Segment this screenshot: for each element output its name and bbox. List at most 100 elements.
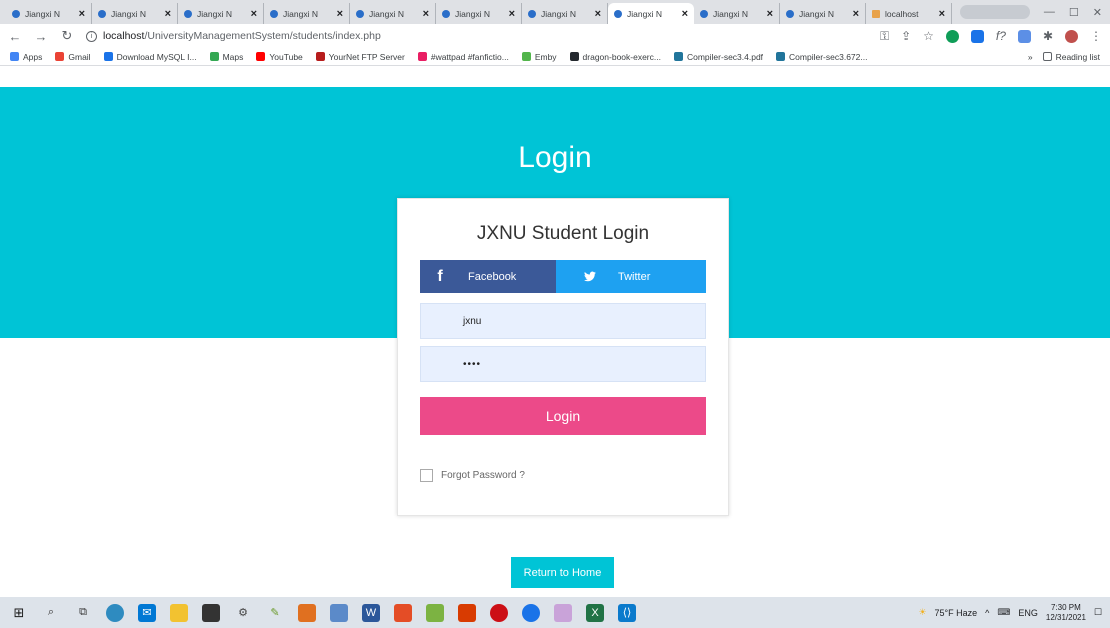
app2-icon[interactable]: [330, 603, 348, 622]
browser-tab[interactable]: Jiangxi N ×: [6, 3, 92, 24]
forgot-password[interactable]: Forgot Password ?: [420, 469, 525, 482]
formula-icon[interactable]: f?: [996, 29, 1006, 43]
tab-close-icon[interactable]: ×: [767, 8, 773, 20]
star-icon[interactable]: ☆: [923, 29, 934, 43]
tab-close-icon[interactable]: ×: [853, 8, 859, 20]
bookmark-label: Emby: [534, 51, 557, 62]
back-icon[interactable]: ←: [8, 29, 22, 44]
bookmark-item[interactable]: dragon-book-exerc...: [569, 52, 661, 62]
edge-icon[interactable]: [106, 603, 124, 622]
task-view-icon[interactable]: ⧉: [74, 604, 92, 622]
bookmark-item[interactable]: Compiler-sec3.672...: [776, 52, 867, 62]
excel-icon[interactable]: X: [586, 603, 604, 622]
profile-pill[interactable]: [959, 5, 1030, 19]
mail-icon[interactable]: ✉: [138, 603, 156, 622]
favicon-icon: [270, 9, 278, 18]
login-button[interactable]: Login: [420, 397, 706, 435]
tab-close-icon[interactable]: ×: [79, 8, 85, 20]
bookmark-item[interactable]: #wattpad #fanfictio...: [417, 52, 509, 62]
chrome-icon[interactable]: [522, 603, 540, 622]
facebook-button[interactable]: f Facebook: [420, 260, 556, 293]
app4-icon[interactable]: [426, 603, 444, 622]
language[interactable]: ENG: [1018, 608, 1038, 618]
tab-title: Jiangxi N: [627, 8, 662, 19]
tab-title: Jiangxi N: [369, 8, 404, 19]
browser-tab[interactable]: Jiangxi N ×: [92, 3, 178, 24]
key-icon[interactable]: ⚿: [880, 29, 889, 44]
extension-green-icon[interactable]: [945, 29, 959, 43]
info-icon[interactable]: i: [86, 30, 97, 42]
browser-tab[interactable]: Jiangxi N ×: [522, 3, 608, 24]
browser-tab[interactable]: Jiangxi N ×: [694, 3, 780, 24]
avatar[interactable]: [1065, 29, 1078, 43]
url-path: /UniversityManagementSystem/students/ind…: [144, 30, 381, 42]
file-explorer-icon[interactable]: [170, 603, 188, 622]
share-icon[interactable]: ⇪: [901, 29, 911, 43]
browser-tab[interactable]: Jiangxi N ×: [608, 3, 694, 24]
bookmark-icon: [776, 52, 786, 61]
weather-text[interactable]: 75°F Haze: [935, 608, 978, 618]
search-icon[interactable]: ⌕: [42, 604, 60, 622]
browser-tab[interactable]: Jiangxi N ×: [436, 3, 522, 24]
tab-close-icon[interactable]: ×: [682, 8, 688, 20]
extension-screen-icon[interactable]: [1017, 29, 1031, 43]
app-icon[interactable]: [202, 603, 220, 622]
reading-list[interactable]: Reading list: [1042, 52, 1100, 62]
toolbar-icons: ⚿ ⇪ ☆ f? ✱ ⋮: [880, 29, 1102, 44]
bookmark-item[interactable]: Emby: [521, 51, 557, 62]
more-bookmarks-icon[interactable]: »: [1028, 52, 1033, 62]
settings-icon[interactable]: ⚙: [234, 604, 252, 622]
paint-icon[interactable]: [298, 603, 316, 622]
extension-blue-icon[interactable]: [970, 29, 984, 43]
reload-icon[interactable]: ↻: [60, 28, 74, 44]
bookmark-item[interactable]: Apps: [10, 52, 42, 62]
tab-close-icon[interactable]: ×: [423, 8, 429, 20]
word-icon[interactable]: W: [362, 603, 380, 622]
notification-icon[interactable]: ☐: [1094, 607, 1102, 618]
twitter-button[interactable]: Twitter: [556, 260, 706, 293]
return-home-button[interactable]: Return to Home: [511, 557, 614, 588]
close-icon[interactable]: ✕: [1093, 6, 1102, 19]
opera-icon[interactable]: [490, 603, 508, 622]
browser-tab[interactable]: Jiangxi N ×: [780, 3, 866, 24]
forgot-checkbox[interactable]: [420, 469, 433, 482]
tab-close-icon[interactable]: ×: [251, 8, 257, 20]
tab-close-icon[interactable]: ×: [595, 8, 601, 20]
browser-tab[interactable]: Jiangxi N ×: [350, 3, 436, 24]
tray-chevron-icon[interactable]: ^: [985, 608, 989, 618]
pen-icon[interactable]: ✎: [266, 604, 284, 622]
bookmark-item[interactable]: Compiler-sec3.4.pdf: [673, 52, 763, 62]
forward-icon[interactable]: →: [34, 29, 48, 44]
bookmark-item[interactable]: YouTube: [256, 52, 303, 62]
app3-icon[interactable]: [394, 603, 412, 622]
puzzle-icon[interactable]: ✱: [1043, 29, 1053, 43]
vscode-icon[interactable]: ⟨⟩: [618, 603, 636, 622]
bookmark-label: Apps: [23, 51, 43, 62]
tab-close-icon[interactable]: ×: [509, 8, 515, 20]
office-icon[interactable]: [458, 603, 476, 622]
windows-start-icon[interactable]: ⊞: [10, 604, 28, 622]
browser-tab[interactable]: localhost ×: [866, 3, 952, 24]
minimize-icon[interactable]: —: [1044, 6, 1055, 18]
bookmark-icon: [209, 52, 219, 61]
bookmark-item[interactable]: Download MySQL I...: [103, 52, 197, 62]
browser-tab[interactable]: Jiangxi N ×: [178, 3, 264, 24]
clock[interactable]: 7:30 PM 12/31/2021: [1046, 603, 1086, 623]
menu-icon[interactable]: ⋮: [1090, 29, 1102, 43]
tab-close-icon[interactable]: ×: [337, 8, 343, 20]
browser-tab[interactable]: Jiangxi N ×: [264, 3, 350, 24]
tab-close-icon[interactable]: ×: [939, 8, 945, 20]
app5-icon[interactable]: [554, 603, 572, 622]
keyboard-icon[interactable]: ⌨: [997, 607, 1010, 618]
bookmark-item[interactable]: Maps: [209, 52, 243, 62]
favicon-icon: [528, 9, 536, 18]
bookmark-item[interactable]: Gmail: [55, 52, 91, 62]
username-field[interactable]: jxnu: [420, 303, 706, 339]
bookmark-item[interactable]: YourNet FTP Server: [315, 52, 405, 62]
tab-title: Jiangxi N: [713, 8, 748, 19]
address-bar[interactable]: i localhost/UniversityManagementSystem/s…: [86, 26, 868, 46]
maximize-icon[interactable]: ☐: [1069, 6, 1079, 19]
password-field[interactable]: ••••: [420, 346, 706, 382]
bookmark-icon: [673, 52, 683, 61]
tab-close-icon[interactable]: ×: [165, 8, 171, 20]
